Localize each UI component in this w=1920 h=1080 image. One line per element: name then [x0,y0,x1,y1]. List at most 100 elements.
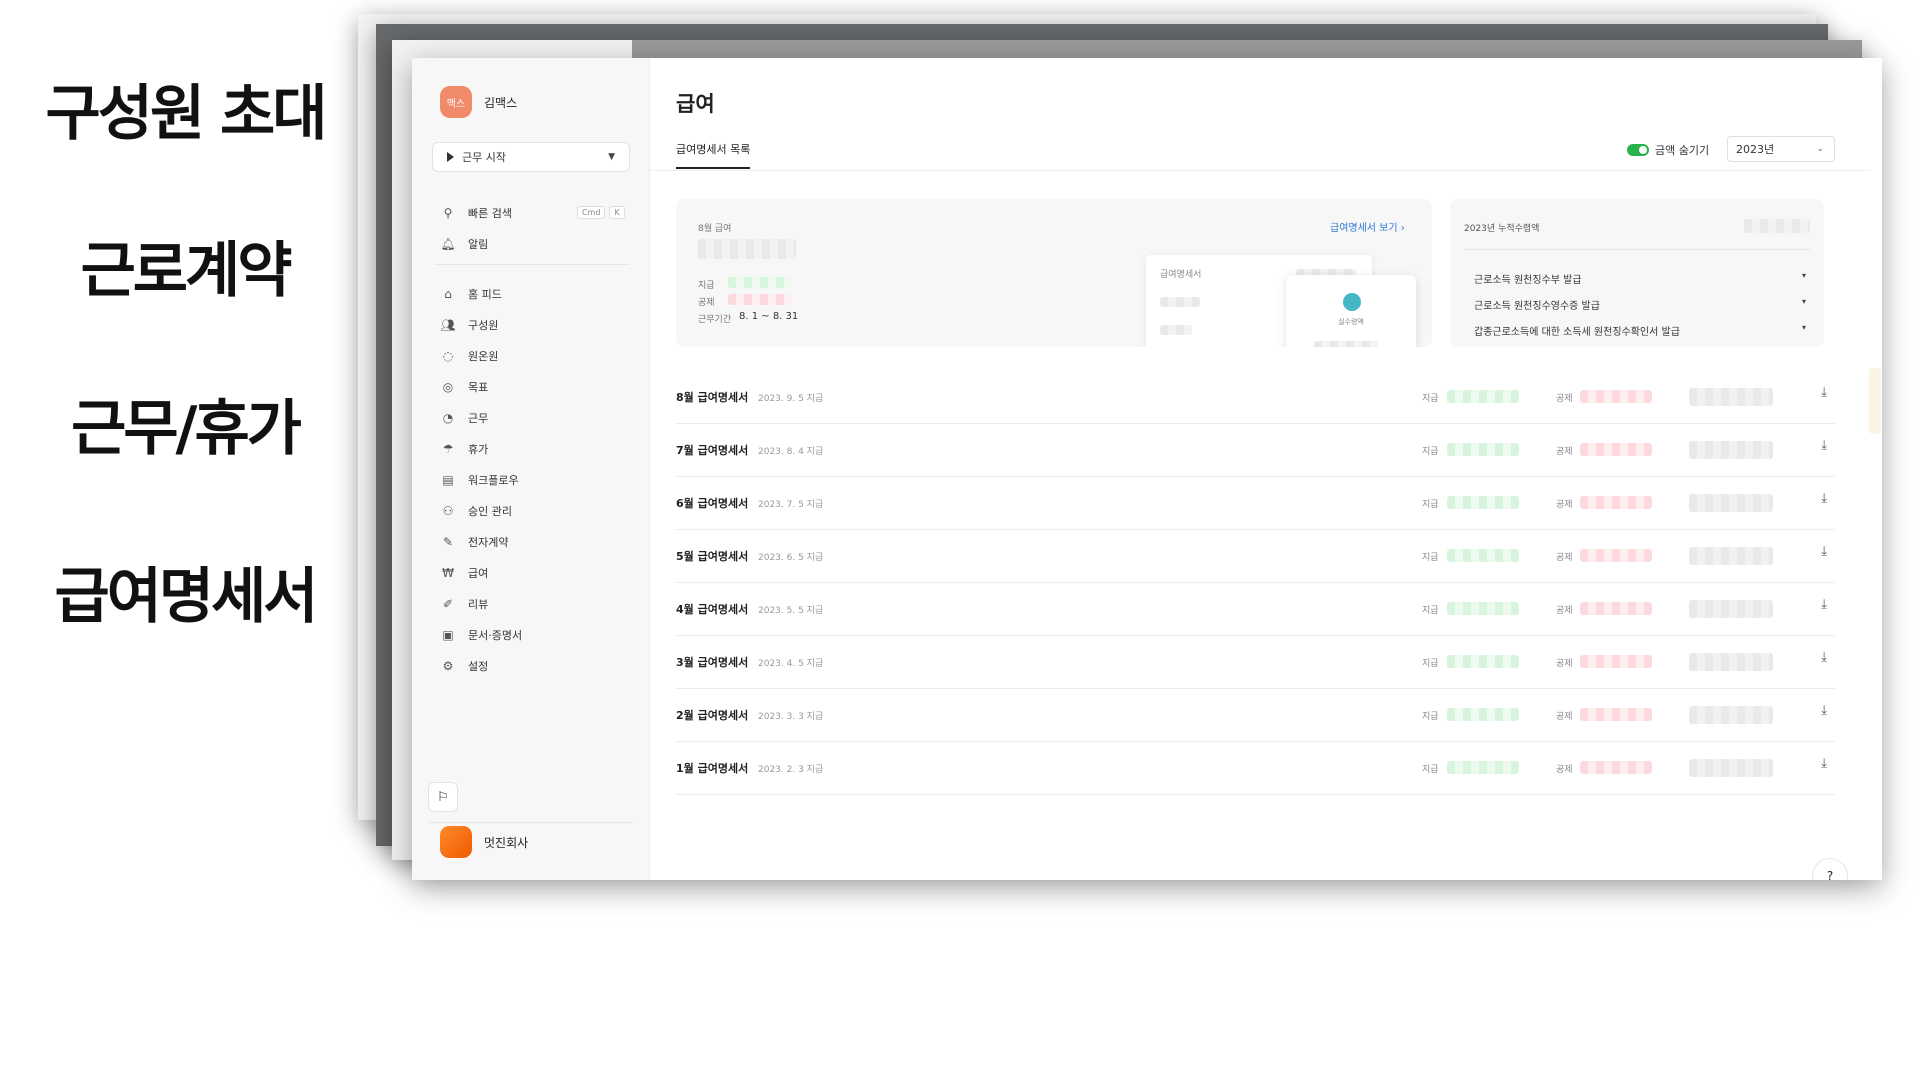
question-icon: ? [1826,869,1834,880]
search-icon: ⚲ [443,206,453,220]
download-icon[interactable]: ⤓ [1821,703,1827,718]
download-icon[interactable]: ⤓ [1821,438,1827,453]
pay-label: 지급 [1422,500,1439,510]
sidebar-item-one-on-one[interactable]: ◌ 원온원 [440,346,499,366]
blurred-pay [1447,496,1519,509]
payslip-row[interactable]: 4월 급여명세서 2023. 5. 5 지급 지급 공제 ⤓ [676,583,1835,636]
pay-label: 지급 [698,281,715,291]
pay-label: 지급 [1422,447,1439,457]
tab-payslip-list[interactable]: 급여명세서 목록 [676,141,751,169]
view-payslip-link[interactable]: 급여명세서 보기 › [1330,219,1405,234]
quick-search[interactable]: ⚲ 빠른 검색 [440,203,512,223]
deduct-label: 공제 [1556,606,1573,616]
tax-doc-label: 근로소득 원천징수영수증 발급 [1474,301,1600,312]
sidebar-item-label: 승인 관리 [468,505,512,518]
download-icon[interactable]: ⤓ [1821,650,1827,665]
blurred-deduct [1580,761,1652,774]
payslip-row[interactable]: 6월 급여명세서 2023. 7. 5 지급 지급 공제 ⤓ [676,477,1835,530]
approval-icon: ⚇ [442,504,454,518]
start-work-button[interactable]: 근무 시작 ▼ [432,142,630,172]
payslip-row[interactable]: 3월 급여명세서 2023. 4. 5 지급 지급 공제 ⤓ [676,636,1835,689]
download-icon[interactable]: ⤓ [1821,756,1827,771]
download-icon[interactable]: ⤓ [1821,597,1827,612]
blurred-pay [1447,549,1519,562]
download-icon[interactable]: ⤓ [1821,544,1827,559]
sidebar-item-label: 워크플로우 [468,474,519,487]
hide-amount-toggle[interactable]: 금액 숨기기 [1627,142,1709,158]
year-select[interactable]: 2023년 ⌄ [1727,136,1835,162]
view-payslip-label: 급여명세서 보기 [1330,223,1398,234]
blurred-pay [1447,761,1519,774]
tax-doc-label: 갑종근로소득에 대한 소득세 원천징수확인서 발급 [1474,327,1680,338]
net-pay-label: 실수령액 [1338,318,1364,326]
payslip-date: 2023. 5. 5 지급 [758,606,824,616]
flag-icon: ⚐ [437,789,449,805]
sidebar-divider [434,264,630,265]
target-icon: ◎ [442,380,454,394]
sidebar-item-label: 목표 [468,381,489,394]
toggle-switch[interactable] [1627,144,1649,156]
sidebar-item-documents[interactable]: ▣ 문서·증명서 [440,625,522,645]
sidebar: 맥스 김맥스 근무 시작 ▼ ⚲ 빠른 검색 Cmd K 🔔︎ 알림 ⌂ 홈 피… [412,58,650,880]
blurred-net [1689,388,1773,406]
pay-label: 지급 [1422,606,1439,616]
sidebar-item-review[interactable]: ✐ 리뷰 [440,594,488,614]
avatar: 맥스 [440,86,472,118]
sidebar-item-leave[interactable]: ☂ 휴가 [440,439,489,459]
help-button[interactable]: ? [1812,858,1848,880]
payslip-row[interactable]: 7월 급여명세서 2023. 8. 4 지급 지급 공제 ⤓ [676,424,1835,477]
monthly-summary-card: 8월 급여 지급 공제 근무기간 8. 1 ~ 8. 31 급여명세서 보기 ›… [676,199,1432,347]
payslip-date: 2023. 3. 3 지급 [758,712,824,722]
deduct-label: 공제 [1556,394,1573,404]
tax-doc-row[interactable]: 근로소득 원천징수부 발급 ▾ [1474,271,1806,286]
sidebar-item-work[interactable]: ◔ 근무 [440,408,489,428]
payslip-title: 1월 급여명세서 [676,762,749,775]
sidebar-item-e-contract[interactable]: ✎ 전자계약 [440,532,509,552]
sidebar-item-goals[interactable]: ◎ 목표 [440,377,489,397]
blurred-pay [1447,443,1519,456]
user-dot-icon [1343,293,1361,311]
payslip-row[interactable]: 5월 급여명세서 2023. 6. 5 지급 지급 공제 ⤓ [676,530,1835,583]
download-icon[interactable]: ⤓ [1821,385,1827,400]
flag-button[interactable]: ⚐ [428,782,458,812]
tax-doc-row[interactable]: 근로소득 원천징수영수증 발급 ▾ [1474,297,1806,312]
caret-down-icon: ▾ [1801,271,1806,280]
caret-down-icon: ▾ [1801,297,1806,306]
company-logo [440,826,472,858]
pay-label: 지급 [1422,659,1439,669]
sidebar-item-members[interactable]: 👥︎ 구성원 [440,315,498,335]
sidebar-item-settings[interactable]: ⚙ 설정 [440,656,489,676]
payslip-title: 3월 급여명세서 [676,656,749,669]
sidebar-item-approvals[interactable]: ⚇ 승인 관리 [440,501,512,521]
payslip-row[interactable]: 2월 급여명세서 2023. 3. 3 지급 지급 공제 ⤓ [676,689,1835,742]
caret-down-icon[interactable]: ▼ [608,152,615,162]
contract-icon: ✎ [442,535,454,549]
payslip-title: 5월 급여명세서 [676,550,749,563]
pay-label: 지급 [1422,553,1439,563]
sidebar-item-payroll[interactable]: ₩ 급여 [440,563,488,583]
blurred-deduct [1580,708,1652,721]
sidebar-item-workflow[interactable]: ▤ 워크플로우 [440,470,519,490]
umbrella-icon: ☂ [442,442,454,456]
company-name: 멋진회사 [484,835,529,850]
payslip-title: 8월 급여명세서 [676,391,749,404]
deduct-label: 공제 [1556,447,1573,457]
year-select-value: 2023년 [1736,143,1775,156]
net-pay-illustration: 실수령액 [1286,275,1416,347]
user-profile[interactable]: 맥스 김맥스 [440,86,517,118]
company-switcher[interactable]: 멋진회사 [440,822,528,862]
payslip-row[interactable]: 1월 급여명세서 2023. 2. 3 지급 지급 공제 ⤓ [676,742,1835,795]
payslip-row[interactable]: 8월 급여명세서 2023. 9. 5 지급 지급 공제 ⤓ [676,371,1835,424]
deduct-label: 공제 [1556,500,1573,510]
tax-doc-row[interactable]: 갑종근로소득에 대한 소득세 원천징수확인서 발급 ▾ [1474,323,1806,338]
slide-label-contract: 근로계약 [80,236,293,306]
sidebar-item-notifications[interactable]: 🔔︎ 알림 [440,234,488,254]
sidebar-item-label: 원온원 [468,350,499,363]
deduct-label: 공제 [1556,765,1573,775]
tax-card-divider [1464,249,1810,250]
blurred-deduct [1580,390,1652,403]
download-icon[interactable]: ⤓ [1821,491,1827,506]
pay-label: 지급 [1422,394,1439,404]
sidebar-item-home-feed[interactable]: ⌂ 홈 피드 [440,284,502,304]
blurred-net [1689,600,1773,618]
